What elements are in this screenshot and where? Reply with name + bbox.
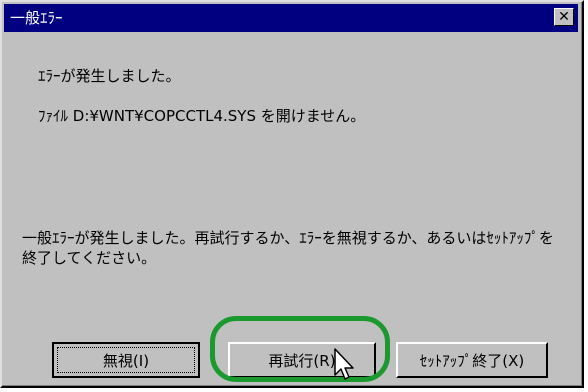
error-message: ｴﾗｰが発生しました。: [38, 67, 181, 85]
ignore-button-label: 無視(I): [102, 351, 150, 370]
error-dialog: 一般ｴﾗｰ ✕ ｴﾗｰが発生しました。 ﾌｧｲﾙ D:¥WNT¥COPCCTL4…: [0, 0, 584, 388]
close-button[interactable]: ✕: [554, 8, 574, 26]
instruction-message: 一般ｴﾗｰが発生しました。再試行するか、ｴﾗｰを無視するか、あるいはｾｯﾄｱｯﾌ…: [22, 229, 554, 267]
file-error-message: ﾌｧｲﾙ D:¥WNT¥COPCCTL4.SYS を開けません。: [38, 107, 366, 125]
exit-setup-button-label: ｾｯﾄｱｯﾌﾟ終了(X): [419, 351, 525, 370]
ignore-button[interactable]: 無視(I): [52, 342, 200, 378]
retry-button-label: 再試行(R): [268, 351, 336, 370]
window-title: 一般ｴﾗｰ: [10, 9, 63, 27]
title-bar[interactable]: 一般ｴﾗｰ ✕: [4, 4, 578, 32]
arrow-pointer-icon: [334, 348, 354, 380]
exit-setup-button[interactable]: ｾｯﾄｱｯﾌﾟ終了(X): [396, 342, 548, 378]
close-icon: ✕: [558, 9, 570, 25]
